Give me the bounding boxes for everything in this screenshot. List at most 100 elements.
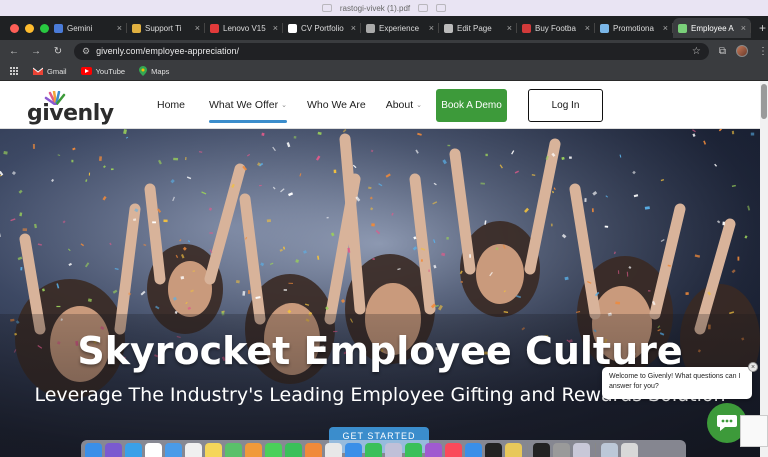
maps-icon [139,66,148,76]
apps-grid-icon[interactable] [10,66,19,76]
chat-bubble-icon [717,415,737,431]
page-scrollbar[interactable] [760,81,768,457]
nav-label: What We Offer [209,99,279,111]
chevron-down-icon: ⌄ [416,102,423,109]
podcasts-icon[interactable] [425,443,442,457]
login-button[interactable]: Log In [528,89,603,122]
finder-icon[interactable] [85,443,102,457]
book-demo-button[interactable]: Book A Demo [436,89,507,122]
notes-icon[interactable] [205,443,222,457]
tab-employee-a[interactable]: Employee A × [673,18,751,38]
main-nav: Home What We Offer ⌄ Who We Are About ⌄ [157,99,422,123]
close-tab-icon[interactable]: × [273,23,278,33]
share-icon[interactable] [436,4,447,12]
tab-title: Edit Page [457,23,492,33]
nav-about[interactable]: About ⌄ [386,99,422,111]
chat-welcome-message[interactable]: Welcome to Givenly! What questions can I… [602,367,752,399]
dock-separator [595,443,596,457]
nav-what-we-offer[interactable]: What We Offer ⌄ [209,99,287,123]
appstore-icon[interactable] [465,443,482,457]
keynote-icon[interactable] [345,443,362,457]
close-tab-icon[interactable]: × [429,23,434,33]
numbers-icon[interactable] [365,443,382,457]
nav-who-we-are[interactable]: Who We Are [307,99,366,111]
new-tab-button[interactable]: + [751,21,768,35]
facetime-video-icon[interactable] [405,443,422,457]
calendar-icon[interactable] [145,443,162,457]
address-bar[interactable]: ⚙ givenly.com/employee-appreciation/ ☆ [74,42,709,60]
window-controls [0,23,49,33]
close-tab-icon[interactable]: × [507,23,512,33]
reload-icon[interactable]: ↻ [52,46,64,57]
launchpad-icon[interactable] [385,443,402,457]
tab-buy-footba[interactable]: Buy Footba × [517,18,595,38]
nav-home[interactable]: Home [157,99,185,111]
hero-section: Skyrocket Employee Culture Leverage The … [0,129,760,457]
url-text: givenly.com/employee-appreciation/ [96,46,239,56]
chrome-icon[interactable] [325,443,342,457]
tab-title: Buy Footba [535,23,576,33]
trash-icon[interactable] [621,443,638,457]
screenshot-icon[interactable] [573,443,590,457]
maximize-window-button[interactable] [40,23,49,33]
mail-icon[interactable] [165,443,182,457]
tab-cv-portfolio[interactable]: CV Portfolio × [283,18,361,38]
tab-experience[interactable]: Experience × [361,18,439,38]
tab-promotiona[interactable]: Promotiona × [595,18,673,38]
close-tab-icon[interactable]: × [195,23,200,33]
tab-edit-page[interactable]: Edit Page × [439,18,517,38]
preview-icon[interactable] [505,443,522,457]
back-icon[interactable]: ← [8,46,20,57]
tab-title: Support Ti [145,23,182,33]
dock-separator [527,443,528,457]
safari-icon[interactable] [125,443,142,457]
tab-lenovo-v15[interactable]: Lenovo V15 × [205,18,283,38]
gemini-icon [54,23,63,33]
facetime-icon[interactable] [285,443,302,457]
close-tab-icon[interactable]: × [741,23,746,33]
bookmarks-bar: Gmail YouTube Maps [0,62,768,81]
system-settings-icon[interactable] [553,443,570,457]
downloads-icon[interactable] [601,443,618,457]
menu-icon[interactable]: ⋮ [758,46,768,57]
profile-avatar[interactable] [736,45,748,57]
bookmark-label: Gmail [47,66,67,76]
forward-icon[interactable]: → [30,46,42,57]
zoom-icon[interactable] [418,4,429,12]
close-tab-icon[interactable]: × [663,23,668,33]
nav-label: About [385,99,414,111]
close-tab-icon[interactable]: × [351,23,356,33]
document-filename: rastogi-vivek (1).pdf [339,3,411,13]
close-tab-icon[interactable]: × [585,23,590,33]
bookmark-gmail[interactable]: Gmail [33,67,67,76]
tab-support-ti[interactable]: Support Ti × [127,18,205,38]
messages-icon[interactable] [265,443,282,457]
photos-icon[interactable] [245,443,262,457]
globe-icon [366,23,375,33]
siri-icon[interactable] [105,443,122,457]
close-tab-icon[interactable]: × [117,23,122,33]
tab-title: Experience [379,23,420,33]
active-nav-indicator [209,120,287,123]
site-header: givenly Home What We Offer ⌄ Who We Are A… [0,81,760,129]
appletv-icon[interactable] [485,443,502,457]
bookmark-youtube[interactable]: YouTube [80,67,125,76]
terminal-icon[interactable] [533,443,550,457]
pages-icon[interactable] [305,443,322,457]
givenly-logo[interactable]: givenly [27,91,114,126]
close-window-button[interactable] [10,23,19,33]
scrollbar-thumb[interactable] [761,84,767,119]
minimize-window-button[interactable] [25,23,34,33]
reminders-icon[interactable] [185,443,202,457]
bookmark-maps[interactable]: Maps [139,66,169,76]
music-icon[interactable] [445,443,462,457]
extensions-icon[interactable]: ⧉ [719,46,726,57]
gmail-icon [33,67,43,75]
bookmark-star-icon[interactable]: ☆ [692,46,701,57]
sidebar-icon[interactable] [321,4,332,12]
maps-app-icon[interactable] [225,443,242,457]
chat-close-icon[interactable]: × [748,362,758,372]
tab-gemini[interactable]: Gemini × [49,18,127,38]
site-info-icon[interactable]: ⚙ [82,46,90,57]
tab-title: Gemini [67,23,93,33]
